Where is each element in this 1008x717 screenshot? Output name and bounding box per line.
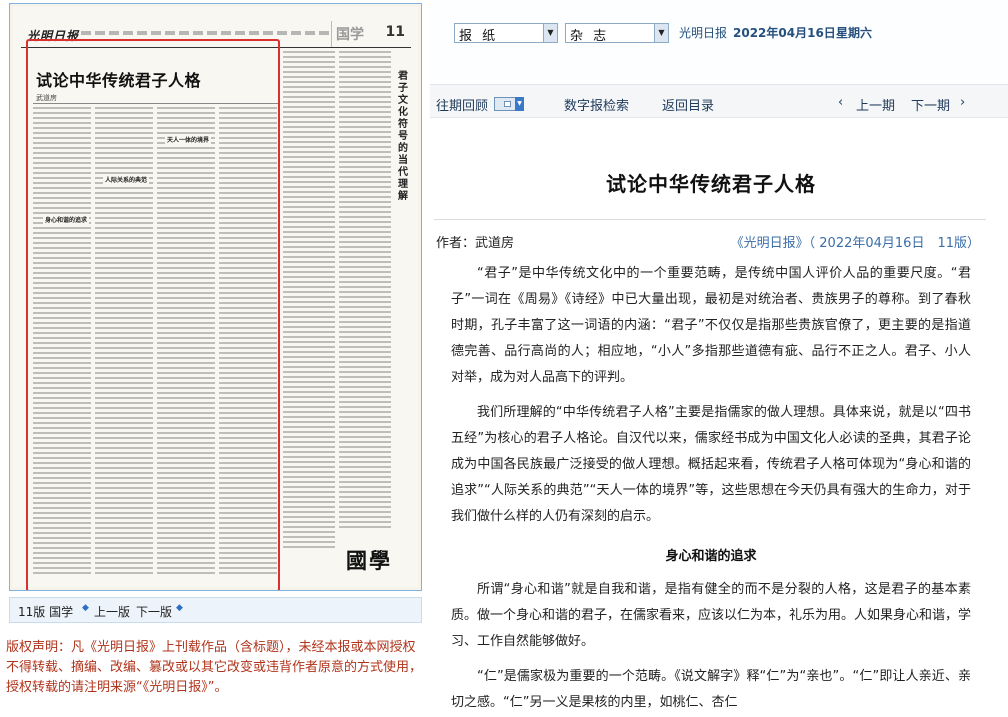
dropdown-arrow-icon[interactable]: ▼ <box>543 24 557 42</box>
top-bar: 报 纸 ▼ 杂 志 ▼ 光明日报 2022年04月16日 星期六 <box>430 0 1008 84</box>
article-paragraph: 所谓“身心和谐”就是自我和谐，是指有健全的而不是分裂的人格，这是君子的基本素质。… <box>451 582 972 649</box>
prev-issue-link[interactable]: 上一期 <box>856 95 895 114</box>
article-paragraph: “君子”是中华传统文化中的一个重要范畴，是传统中国人评价人品的重要尺度。“君子”… <box>451 266 971 385</box>
back-to-index-link[interactable]: 返回目录 <box>662 95 714 114</box>
calendar-icon <box>504 101 511 107</box>
publication-type-select[interactable]: 报 纸 ▼ <box>454 23 558 44</box>
issue-weekday: 星期六 <box>836 26 873 40</box>
issue-date: 2022年04月16日 <box>733 26 836 40</box>
side-text-column <box>283 51 335 551</box>
next-arrow-icon[interactable]: ◆ <box>176 603 183 613</box>
page-nav-bar: 11版 国学 ◆ 上一版 下一版 ◆ <box>9 597 422 623</box>
dropdown-arrow-icon[interactable]: ▼ <box>515 97 524 111</box>
publication-type-value: 报 纸 <box>459 29 499 44</box>
article-source-link[interactable]: 《光明日报》（ 2022年04月16日 11版） <box>731 232 980 251</box>
copyright-notice: 版权声明：凡《光明日报》上刊载作品（含标题），未经本报或本网授权不得转载、摘编、… <box>6 640 423 695</box>
dropdown-arrow-icon[interactable]: ▼ <box>654 24 668 42</box>
magazine-select[interactable]: 杂 志 ▼ <box>565 23 669 44</box>
title-divider <box>434 219 986 220</box>
article-paragraph: 我们所理解的“中华传统君子人格”主要是指儒家的做人理想。具体来说，就是以“四书五… <box>451 405 971 524</box>
magazine-value: 杂 志 <box>570 29 610 44</box>
page-label: 11版 国学 <box>18 605 74 619</box>
side-article-title: 君子文化符号的当代理解 <box>398 71 408 202</box>
article-panel: 报 纸 ▼ 杂 志 ▼ 光明日报 2022年04月16日 星期六 往期回顾 ▼ … <box>430 0 1008 717</box>
digital-search-link[interactable]: 数字报检索 <box>564 95 629 114</box>
article-title: 试论中华传统君子人格 <box>606 172 816 196</box>
chevron-right-icon[interactable]: › <box>960 95 965 110</box>
prev-page-link[interactable]: 上一版 <box>94 603 130 620</box>
newspaper-page-image[interactable]: 光明日报 国学 11 试论中华传统君子人格 武道房 身心和谐的追求 人际关系的典… <box>9 3 422 591</box>
article-paragraph: “仁”是儒家极为重要的一个范畴。《说文解字》释“仁”为“亲也”。“仁”即让人亲近… <box>451 669 971 710</box>
prev-arrow-icon[interactable]: ◆ <box>82 603 89 613</box>
next-page-link[interactable]: 下一版 <box>136 603 172 620</box>
selected-article-highlight[interactable] <box>26 39 280 590</box>
nav-bar: 往期回顾 ▼ 数字报检索 返回目录 ‹ 上一期 下一期 › <box>430 84 1008 118</box>
newspaper-panel: 光明日报 国学 11 试论中华传统君子人格 武道房 身心和谐的追求 人际关系的典… <box>0 0 430 717</box>
calendar-picker[interactable]: ▼ <box>494 97 524 111</box>
archive-link[interactable]: 往期回顾 <box>436 95 488 114</box>
article-byline: 作者：武道房 <box>436 236 515 251</box>
paper-name: 光明日报 <box>679 26 728 40</box>
section-name: 国学 <box>336 27 364 43</box>
side-text-column <box>339 51 391 531</box>
section-logo: 國學 <box>346 548 392 573</box>
chevron-left-icon[interactable]: ‹ <box>838 95 843 110</box>
article-subheading: 身心和谐的追求 <box>665 549 757 564</box>
masthead-meta <box>81 31 331 35</box>
next-issue-link[interactable]: 下一期 <box>911 95 950 114</box>
section-header: 国学 11 <box>331 21 409 47</box>
section-page-number: 11 <box>385 24 405 40</box>
